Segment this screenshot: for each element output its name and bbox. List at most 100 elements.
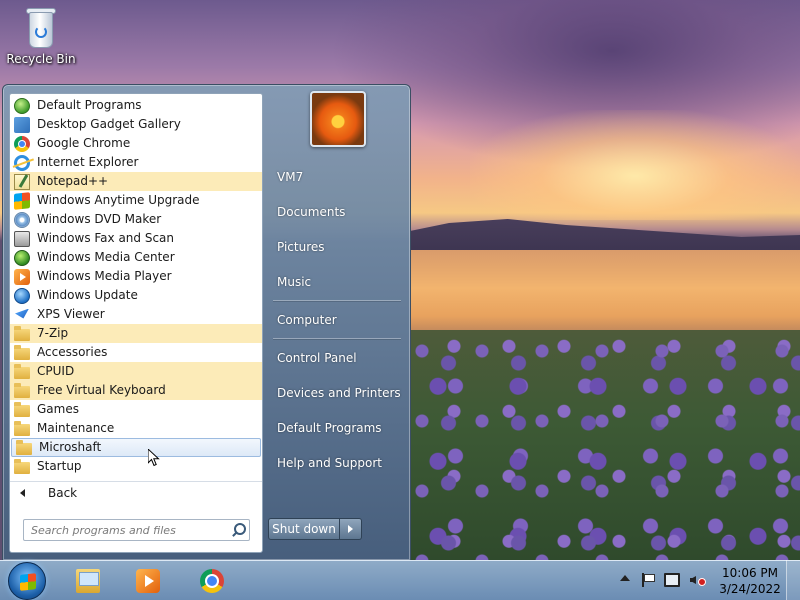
xps-viewer-icon [14, 307, 30, 323]
start-button[interactable] [8, 562, 46, 600]
program-label: Startup [37, 459, 82, 473]
system-tray: 10:06 PM 3/24/2022 [618, 561, 800, 600]
taskbar: 10:06 PM 3/24/2022 [0, 560, 800, 600]
program-label: Windows Update [37, 288, 138, 302]
shutdown-options-button[interactable] [340, 518, 362, 540]
program-item-windows-media-center[interactable]: Windows Media Center [10, 248, 262, 267]
dvd-maker-icon [14, 211, 30, 228]
search-input[interactable] [24, 520, 229, 540]
program-label: Games [37, 402, 79, 416]
program-item-xps-viewer[interactable]: XPS Viewer [10, 305, 262, 324]
program-folder-startup[interactable]: Startup [10, 457, 262, 476]
program-label: Internet Explorer [37, 155, 139, 169]
recycle-bin-icon [24, 6, 58, 50]
shutdown-button[interactable]: Shut down [268, 518, 340, 540]
program-label: Desktop Gadget Gallery [37, 117, 181, 131]
folder-icon [14, 382, 30, 398]
program-folder-cpuid[interactable]: CPUID [10, 362, 262, 381]
windows-media-player-icon [136, 569, 160, 593]
taskbar-windows-explorer[interactable] [64, 564, 112, 598]
program-label: Windows Fax and Scan [37, 231, 175, 245]
program-label: Google Chrome [37, 136, 131, 150]
taskbar-windows-media-player[interactable] [124, 564, 172, 598]
notepad-plus-plus-icon [14, 173, 30, 190]
wallpaper-sun-glow [470, 110, 800, 220]
right-item-music[interactable]: Music [271, 269, 406, 295]
back-label: Back [48, 485, 78, 500]
chrome-icon [14, 135, 30, 152]
folder-icon [14, 420, 30, 436]
windows-update-icon [14, 287, 30, 304]
program-item-internet-explorer[interactable]: Internet Explorer [10, 153, 262, 172]
media-center-icon [14, 249, 30, 266]
program-label: CPUID [37, 364, 75, 378]
program-item-windows-anytime-upgrade[interactable]: Windows Anytime Upgrade [10, 191, 262, 210]
back-arrow-icon [20, 488, 25, 497]
program-label: Notepad++ [37, 174, 109, 188]
network-icon[interactable] [664, 573, 680, 587]
right-item-user-folder[interactable]: VM7 [271, 164, 406, 190]
right-item-devices-and-printers[interactable]: Devices and Printers [271, 380, 406, 406]
clock-date: 3/24/2022 [719, 582, 781, 596]
program-label: Windows Media Player [37, 269, 172, 283]
windows-flag-icon [14, 191, 30, 210]
program-item-default-programs[interactable]: Default Programs [10, 96, 262, 115]
volume-muted-icon[interactable] [690, 573, 706, 587]
windows-logo-icon [20, 573, 36, 591]
chrome-icon [200, 569, 224, 593]
program-folder-free-virtual-keyboard[interactable]: Free Virtual Keyboard [10, 381, 262, 400]
user-picture[interactable] [310, 91, 366, 147]
clock-time: 10:06 PM [722, 566, 778, 580]
gadget-gallery-icon [14, 116, 30, 133]
start-menu: Default Programs Desktop Gadget Gallery … [2, 84, 411, 561]
program-item-desktop-gadget-gallery[interactable]: Desktop Gadget Gallery [10, 115, 262, 134]
program-folder-7zip[interactable]: 7-Zip [10, 324, 262, 343]
program-item-windows-dvd-maker[interactable]: Windows DVD Maker [10, 210, 262, 229]
show-desktop-button[interactable] [786, 560, 800, 600]
program-label: XPS Viewer [37, 307, 105, 321]
right-item-help-and-support[interactable]: Help and Support [271, 450, 406, 476]
folder-icon [14, 344, 30, 360]
windows-explorer-icon [76, 569, 100, 593]
back-button[interactable]: Back [10, 481, 262, 503]
right-pane-separator [273, 338, 401, 339]
default-programs-icon [14, 97, 30, 114]
fax-scan-icon [14, 230, 30, 247]
folder-icon [14, 401, 30, 417]
chevron-right-icon [348, 525, 353, 533]
all-programs-pane: Default Programs Desktop Gadget Gallery … [9, 93, 263, 553]
program-folder-games[interactable]: Games [10, 400, 262, 419]
search-box [23, 519, 250, 541]
media-player-icon [14, 268, 30, 285]
program-label: Accessories [37, 345, 108, 359]
right-item-documents[interactable]: Documents [271, 199, 406, 225]
action-center-flag-icon[interactable] [642, 573, 655, 587]
program-item-google-chrome[interactable]: Google Chrome [10, 134, 262, 153]
folder-icon [14, 325, 30, 341]
program-label: Windows Media Center [37, 250, 175, 264]
program-folder-accessories[interactable]: Accessories [10, 343, 262, 362]
right-item-computer[interactable]: Computer [271, 307, 406, 333]
right-item-control-panel[interactable]: Control Panel [271, 345, 406, 371]
program-folder-maintenance[interactable]: Maintenance [10, 419, 262, 438]
program-item-windows-update[interactable]: Windows Update [10, 286, 262, 305]
internet-explorer-icon [14, 154, 30, 171]
search-icon[interactable] [229, 520, 249, 540]
mouse-cursor-icon [148, 449, 160, 467]
taskbar-google-chrome[interactable] [188, 564, 236, 598]
program-folder-microshaft[interactable]: Microshaft [11, 438, 261, 457]
program-item-notepad-plus-plus[interactable]: Notepad++ [10, 172, 262, 191]
right-pane-separator [273, 300, 401, 301]
wallpaper-meadow [410, 330, 800, 560]
right-item-pictures[interactable]: Pictures [271, 234, 406, 260]
right-item-default-programs[interactable]: Default Programs [271, 415, 406, 441]
show-hidden-icons-button[interactable] [620, 575, 630, 581]
program-item-windows-fax-and-scan[interactable]: Windows Fax and Scan [10, 229, 262, 248]
program-label: 7-Zip [37, 326, 69, 340]
wallpaper-hills [410, 219, 800, 255]
program-item-windows-media-player[interactable]: Windows Media Player [10, 267, 262, 286]
program-label: Free Virtual Keyboard [37, 383, 166, 397]
clock[interactable]: 10:06 PM 3/24/2022 [718, 565, 782, 597]
recycle-bin-shortcut[interactable]: Recycle Bin [6, 6, 76, 66]
shutdown-group: Shut down [268, 518, 362, 540]
